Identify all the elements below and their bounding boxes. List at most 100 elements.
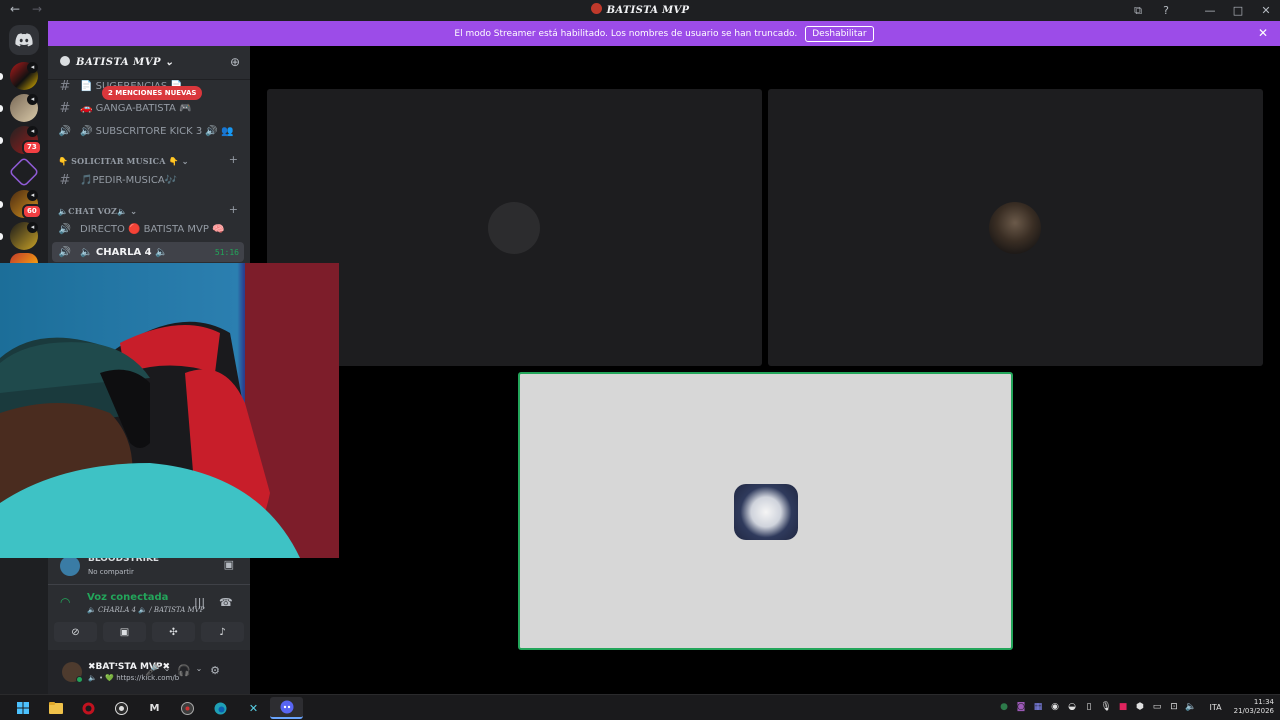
unread-pill — [0, 137, 3, 144]
close-icon[interactable]: ✕ — [1258, 26, 1268, 40]
unread-pill — [0, 201, 3, 208]
network-icon[interactable]: ⊡ — [1168, 702, 1181, 712]
chevron-down-icon: ⌄ — [130, 206, 138, 216]
voice-channel-icon: 🔊 — [58, 125, 72, 137]
minimize-button[interactable]: — — [1196, 4, 1224, 17]
video-off-icon[interactable]: ⊘ — [54, 622, 97, 642]
app-steam-icon[interactable] — [171, 697, 204, 719]
tray-app-icon[interactable]: ◉ — [1049, 702, 1062, 712]
app-m-icon[interactable]: M — [138, 697, 171, 719]
channel-name: 🚗 GANGA-BATISTA 🎮 — [80, 102, 192, 114]
maximize-button[interactable]: □ — [1224, 4, 1252, 17]
mention-badge: 73 — [22, 140, 42, 155]
activities-icon[interactable]: ✣ — [152, 622, 195, 642]
chevron-down-icon[interactable]: ⌄ — [163, 664, 171, 677]
chevron-down-icon: ⌄ — [164, 57, 174, 68]
language-indicator[interactable]: ITA — [1210, 703, 1222, 712]
tray-app-icon[interactable]: ● — [998, 702, 1011, 712]
participant-tile[interactable] — [768, 89, 1263, 366]
screen-share-icon[interactable]: ▣ — [103, 622, 146, 642]
guild-name-text: BATISTA MVP — [76, 57, 161, 68]
disable-streamer-button[interactable]: Deshabilitar — [805, 25, 874, 42]
app-red-icon[interactable] — [72, 697, 105, 719]
app-x-icon[interactable]: ✕ — [237, 697, 270, 719]
category-musica[interactable]: 👇 SOLICITAR MUSICA 👇 ⌄ — [58, 156, 189, 166]
category-label: 🔈CHAT VOZ🔈 — [58, 206, 128, 216]
soundboard-icon[interactable]: ♪ — [201, 622, 244, 642]
voice-connected-panel: ◠ Voz conectada 🔈 CHARLA 4 🔈 / BATISTA M… — [48, 584, 250, 650]
user-panel: ✖BATᶦSTA MVP✖ 🔈 • 💚 https://kick.com/b 🎤… — [48, 650, 250, 694]
person-add-icon[interactable]: ⊕ — [230, 55, 240, 69]
banner-message: El modo Streamer está habilitado. Los no… — [454, 28, 798, 39]
edge-icon[interactable] — [204, 697, 237, 719]
system-tray: ● ◙ ▦ ◉ ◒ ▯ 🎙 ■ ⬢ ▭ ⊡ 🔈 ITA 11:34 21/03/… — [998, 698, 1274, 716]
guild-name[interactable]: BATISTA MVP ⌄ — [60, 56, 174, 68]
avatar — [488, 202, 540, 254]
obs-icon[interactable] — [105, 697, 138, 719]
server-icon — [590, 3, 602, 14]
add-channel-icon[interactable]: + — [229, 153, 238, 166]
channel-item[interactable]: 🔊 DIRECTO 🔴 BATISTA MVP 🧠 — [52, 219, 244, 239]
chevron-down-icon: ⌄ — [181, 156, 189, 166]
unread-pill — [0, 73, 3, 80]
file-explorer-icon[interactable] — [39, 697, 72, 719]
channel-item[interactable]: 🔊 🔊 SUBSCRITORE KICK 3 🔊 👥 — [52, 121, 244, 141]
clock[interactable]: 11:34 21/03/2026 — [1234, 698, 1274, 716]
channel-name: 🔊 SUBSCRITORE KICK 3 🔊 👥 — [80, 125, 234, 137]
avatar — [734, 484, 798, 540]
server-icon-7[interactable] — [10, 253, 38, 263]
text-channel-icon: # — [59, 78, 71, 94]
close-button[interactable]: ✕ — [1252, 4, 1280, 17]
participant-tile-speaking[interactable] — [518, 372, 1013, 650]
discord-home-icon[interactable] — [9, 25, 39, 55]
voice-action-buttons: ⊘ ▣ ✣ ♪ — [54, 622, 244, 642]
streamer-mode-banner: El modo Streamer está habilitado. Los no… — [48, 21, 1280, 46]
settings-icon[interactable]: ⚙ — [209, 664, 221, 677]
participant-tile[interactable] — [267, 89, 762, 366]
microphone-icon[interactable]: 🎤 — [145, 664, 159, 677]
unread-pill — [0, 233, 3, 240]
webcam-overlay — [0, 263, 339, 558]
noise-suppression-icon[interactable]: ||| — [194, 596, 205, 609]
clock-date: 21/03/2026 — [1233, 707, 1274, 715]
channel-item[interactable]: # 🚗 GANGA-BATISTA 🎮 — [52, 98, 244, 118]
microphone-icon[interactable]: 🎙 — [1100, 702, 1113, 712]
start-icon[interactable] — [6, 697, 39, 719]
voice-connected-channel[interactable]: 🔈 CHARLA 4 🔈 / BATISTA MVP — [87, 606, 204, 614]
disconnect-icon[interactable]: ☎ — [219, 596, 233, 609]
server-icon-4[interactable] — [8, 156, 40, 188]
app-root: ← → BATISTA MVP ⧉ ? — □ ✕ El modo Stream… — [0, 0, 1280, 720]
signal-icon[interactable]: ◠ — [60, 595, 70, 609]
channel-item[interactable]: # 🎵PEDIR-MUSICA🎶 — [52, 170, 244, 190]
speaker-icon: ◂ — [27, 126, 38, 137]
tray-app-icon[interactable]: ▭ — [1151, 702, 1164, 712]
tray-app-icon[interactable]: ▯ — [1083, 702, 1096, 712]
guild-icon — [60, 56, 70, 66]
voice-connected-title[interactable]: Voz conectada — [87, 592, 168, 603]
channel-name: 🔈 CHARLA 4 🔈 — [80, 246, 168, 258]
chevron-down-icon[interactable]: ⌄ — [195, 664, 203, 677]
tray-app-icon[interactable]: ▦ — [1032, 702, 1045, 712]
window-title-text: BATISTA MVP — [606, 5, 690, 16]
speaker-icon: ◂ — [27, 190, 38, 201]
tray-app-icon[interactable]: ⬢ — [1134, 702, 1147, 712]
taskbar: M ✕ ● ◙ ▦ ◉ ◒ ▯ 🎙 ■ ⬢ ▭ ⊡ 🔈 ITA 11:34 21… — [0, 694, 1280, 720]
discord-icon[interactable] — [270, 697, 303, 719]
add-channel-icon[interactable]: + — [229, 203, 238, 216]
tray-app-icon[interactable]: ◙ — [1015, 702, 1028, 712]
window-controls: ⧉ ? — □ ✕ — [1124, 0, 1280, 21]
tray-app-icon[interactable]: ◒ — [1066, 702, 1079, 712]
headset-icon[interactable]: 🎧 — [177, 664, 191, 677]
text-channel-icon: # — [59, 100, 71, 116]
channel-name: DIRECTO 🔴 BATISTA MVP 🧠 — [80, 223, 225, 235]
window-title: BATISTA MVP — [0, 3, 1280, 16]
category-label: 👇 SOLICITAR MUSICA 👇 — [58, 156, 179, 166]
guild-header[interactable]: BATISTA MVP ⌄ ⊕ — [48, 46, 250, 80]
channel-item-active[interactable]: 🔊 🔈 CHARLA 4 🔈 51:16 — [52, 242, 244, 262]
volume-icon[interactable]: 🔈 — [1185, 702, 1198, 712]
screen-share-icon[interactable]: ▣ — [224, 558, 234, 571]
category-voz[interactable]: 🔈CHAT VOZ🔈 ⌄ — [58, 206, 137, 216]
inbox-icon[interactable]: ⧉ — [1124, 4, 1152, 18]
help-icon[interactable]: ? — [1152, 4, 1180, 17]
tray-app-icon[interactable]: ■ — [1117, 702, 1130, 712]
